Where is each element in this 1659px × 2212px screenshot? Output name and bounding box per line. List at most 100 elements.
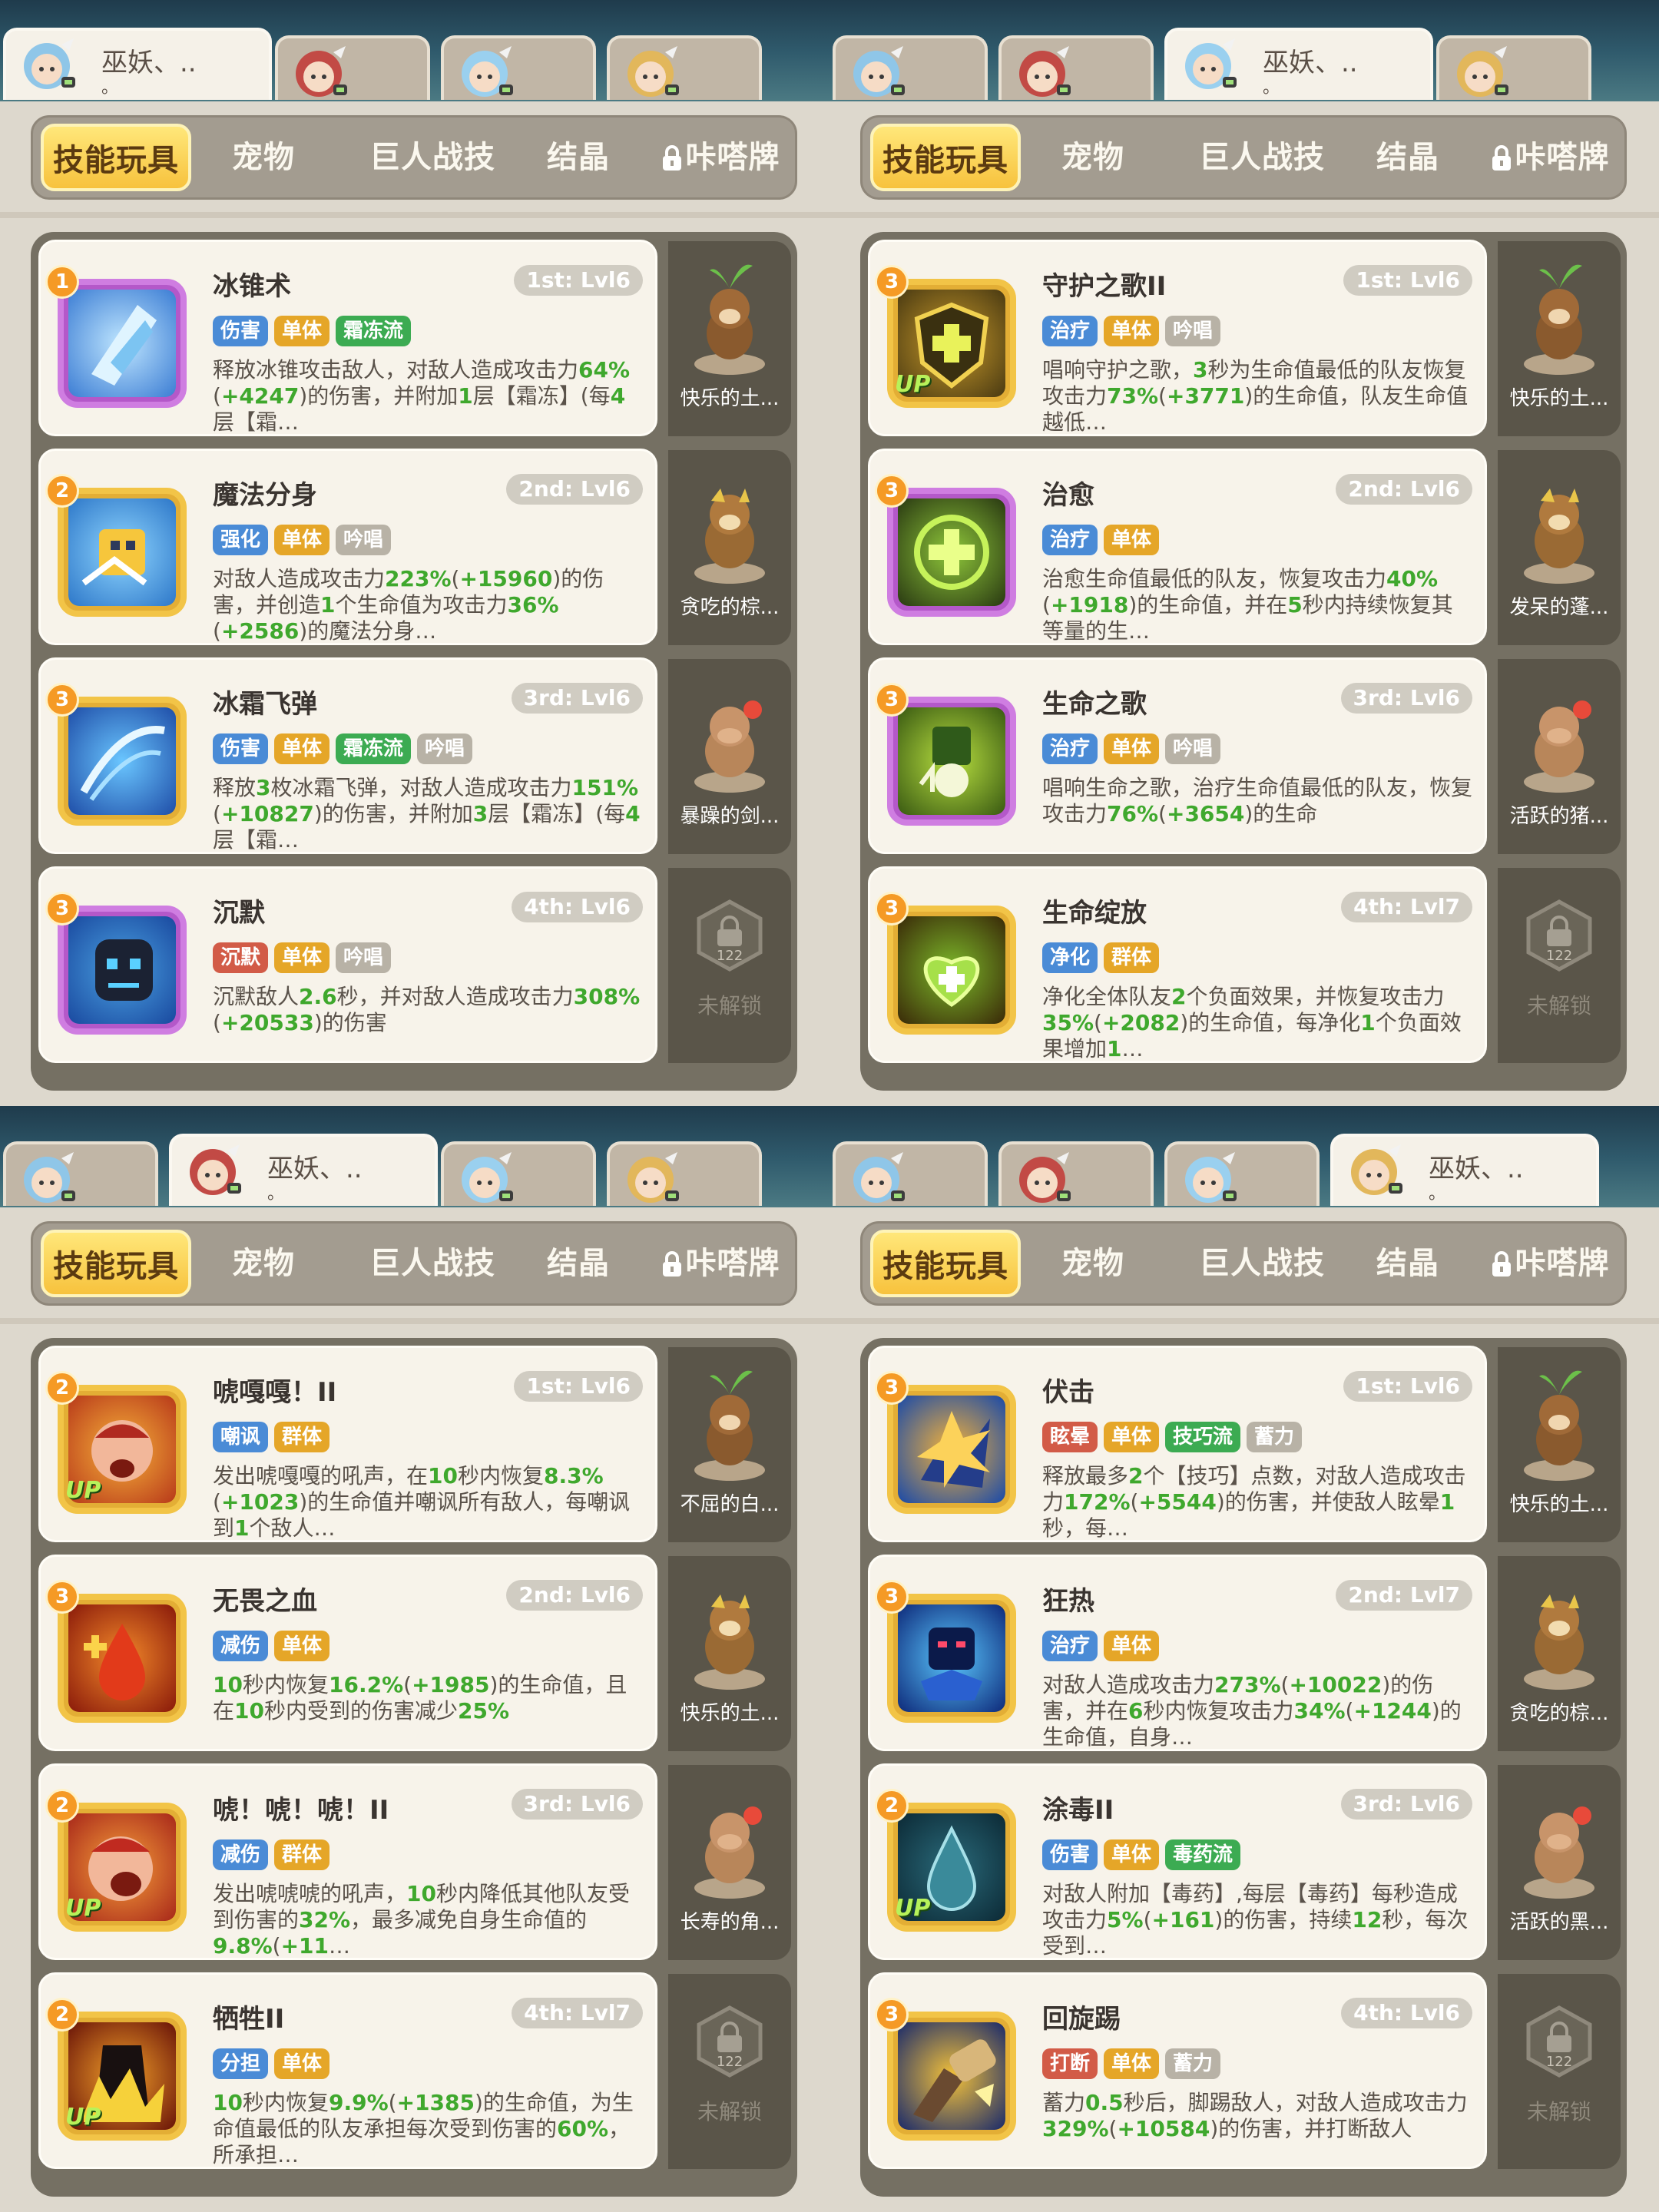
- skill-tag: 单体: [274, 942, 330, 973]
- skill-card[interactable]: 3 冰霜飞弹 3rd: Lvl6 伤害 单体 霜冻流 吟唱 释放3枚冰霜飞弹，对敌人造成攻击力…: [38, 657, 657, 854]
- tab-kata-cards[interactable]: 咔嗒牌: [647, 1224, 793, 1303]
- tab-skill-toys[interactable]: 技能玩具: [41, 124, 191, 191]
- character-tab[interactable]: [441, 1141, 596, 1206]
- tab-pets[interactable]: 宠物: [1039, 118, 1147, 197]
- locked-label: 未解锁: [697, 2099, 762, 2124]
- highlight-number: 4: [625, 801, 641, 826]
- tab-giant-skills[interactable]: 巨人战技: [356, 118, 509, 197]
- tab-pets[interactable]: 宠物: [210, 1224, 317, 1303]
- pet-slot[interactable]: 快乐的土...: [668, 241, 791, 436]
- pet-slot[interactable]: 暴躁的剑...: [668, 659, 791, 854]
- skill-level-badge: 2nd: Lvl6: [506, 1580, 643, 1611]
- skill-card[interactable]: 3 无畏之血 2nd: Lvl6 减伤 单体 10秒内恢复16.2%(+1985)的生命值…: [38, 1555, 657, 1751]
- pet-slot[interactable]: 长寿的角...: [668, 1765, 791, 1960]
- skill-description: 沉默敌人2.6秒，并对敌人造成攻击力308%(+20533)的伤害: [213, 984, 641, 1035]
- skill-description: 发出唬唬唬的吼声，10秒内降低其他队友受到伤害的32%，最多减免自身生命值的9.…: [213, 1881, 630, 1959]
- locked-pet-slot[interactable]: 122 未解锁: [668, 1974, 791, 2169]
- skill-card[interactable]: 3 沉默 4th: Lvl6 沉默 单体 吟唱 沉默敌人2.6秒，并对敌人造成攻击力308%…: [38, 866, 657, 1063]
- skill-card[interactable]: 3 回旋踢 4th: Lvl6 打断 单体 蓄力 蓄力0.5秒后，脚踢敌人，对敌人造成攻击力…: [868, 1972, 1487, 2169]
- skill-card[interactable]: 2 魔法分身 2nd: Lvl6 强化 单体 吟唱 对敌人造成攻击力223%(+15960)…: [38, 449, 657, 645]
- tab-label: 技能玩具: [882, 143, 1008, 178]
- character-tab[interactable]: 巫妖、..。: [1164, 28, 1433, 100]
- skill-tags: 减伤 群体: [213, 1839, 336, 1872]
- tab-crystals[interactable]: 结晶: [525, 118, 632, 197]
- skill-board: 技能玩具 宠物 巨人战技 结晶 咔嗒牌 3 伏击 1st: Lvl6 眩晕 单体 技巧流 蓄力 释放最多…: [830, 1207, 1659, 2212]
- character-tab[interactable]: [1436, 35, 1591, 100]
- pet-slot[interactable]: 贪吃的棕...: [668, 450, 791, 645]
- highlight-number: 60%: [557, 2116, 609, 2141]
- skill-name: 冰锥术: [213, 271, 291, 302]
- highlight-number: 2: [1171, 984, 1187, 1009]
- character-tab[interactable]: [998, 1141, 1154, 1206]
- character-tab[interactable]: [833, 1141, 988, 1206]
- character-tab[interactable]: [1164, 1141, 1320, 1206]
- character-tab[interactable]: [998, 35, 1154, 100]
- skill-tags: 减伤 单体: [213, 1631, 336, 1663]
- pet-slot[interactable]: 快乐的土...: [1498, 1347, 1621, 1542]
- character-tab[interactable]: 巫妖、..。: [169, 1134, 438, 1206]
- tab-giant-skills[interactable]: 巨人战技: [356, 1224, 509, 1303]
- locked-pet-slot[interactable]: 122 未解锁: [668, 868, 791, 1063]
- skill-card[interactable]: 3 生命绽放 4th: Lvl7 净化 群体 净化全体队友2个负面效果，并恢复攻击力35%…: [868, 866, 1487, 1063]
- character-tab[interactable]: [607, 35, 762, 100]
- highlight-number: 3: [256, 775, 271, 800]
- blue-hair-mage-icon: [843, 1149, 909, 1206]
- skill-tags: 强化 单体 吟唱: [213, 525, 397, 557]
- highlight-number: 10: [406, 1881, 436, 1906]
- skill-name: 沉默: [213, 898, 265, 929]
- skill-card[interactable]: 3 生命之歌 3rd: Lvl6 治疗 单体 吟唱 唱响生命之歌，治疗生命值最低的队友，恢复…: [868, 657, 1487, 854]
- character-tab[interactable]: [833, 35, 988, 100]
- locked-pet-slot[interactable]: 122 未解锁: [1498, 868, 1621, 1063]
- skill-card[interactable]: 3 治愈 2nd: Lvl6 治疗 单体 治愈生命值最低的队友，恢复攻击力40%(+191…: [868, 449, 1487, 645]
- skill-card[interactable]: 2 UP 牺牲II 4th: Lvl7 分担 单体 10秒内恢复9.9%(+1385)的生命…: [38, 1972, 657, 2169]
- character-tab[interactable]: 巫妖、..。: [3, 28, 272, 100]
- tab-pets[interactable]: 宠物: [1039, 1224, 1147, 1303]
- tab-kata-cards[interactable]: 咔嗒牌: [1477, 118, 1623, 197]
- tab-label: 咔嗒牌: [685, 140, 780, 175]
- tab-crystals[interactable]: 结晶: [1354, 1224, 1462, 1303]
- tab-label: 咔嗒牌: [1515, 1246, 1610, 1281]
- tab-crystals[interactable]: 结晶: [525, 1224, 632, 1303]
- highlight-number: 5%: [1107, 1907, 1144, 1932]
- skill-tag: 单体: [1104, 733, 1160, 764]
- pet-icon: [687, 458, 773, 588]
- tab-skill-toys[interactable]: 技能玩具: [870, 1230, 1021, 1297]
- tab-pets[interactable]: 宠物: [210, 118, 317, 197]
- character-tab[interactable]: [607, 1141, 762, 1206]
- tab-crystals[interactable]: 结晶: [1354, 118, 1462, 197]
- pet-slot[interactable]: 不屈的白...: [668, 1347, 791, 1542]
- locked-pet-slot[interactable]: 122 未解锁: [1498, 1974, 1621, 2169]
- character-tab[interactable]: 巫妖、..。: [1330, 1134, 1599, 1206]
- skill-card[interactable]: 2 UP 涂毒II 3rd: Lvl6 伤害 单体 毒药流 对敌人附加【毒药】,每层【毒药】每…: [868, 1763, 1487, 1960]
- pet-slot[interactable]: 发呆的蓬...: [1498, 450, 1621, 645]
- skill-card[interactable]: 3 伏击 1st: Lvl6 眩晕 单体 技巧流 蓄力 释放最多2个【技巧】点数，对敌人造成攻…: [868, 1346, 1487, 1542]
- highlight-number: +3654: [1166, 801, 1245, 826]
- divider: [830, 212, 1659, 218]
- ambush-icon: [898, 1396, 1005, 1503]
- tab-skill-toys[interactable]: 技能玩具: [41, 1230, 191, 1297]
- skill-card[interactable]: 3 狂热 2nd: Lvl7 治疗 单体 对敌人造成攻击力273%(+10022)的伤害，…: [868, 1555, 1487, 1751]
- tab-giant-skills[interactable]: 巨人战技: [1185, 1224, 1339, 1303]
- pet-slot[interactable]: 活跃的猪...: [1498, 659, 1621, 854]
- skill-card[interactable]: 1 冰锥术 1st: Lvl6 伤害 单体 霜冻流 释放冰锥攻击敌人，对敌人造成攻击力64%…: [38, 240, 657, 436]
- skill-tag: 伤害: [1042, 1839, 1098, 1870]
- highlight-number: 35%: [1042, 1010, 1094, 1035]
- character-tab[interactable]: [275, 35, 430, 100]
- tab-giant-skills[interactable]: 巨人战技: [1185, 118, 1339, 197]
- pet-slot[interactable]: 快乐的土...: [1498, 241, 1621, 436]
- skill-name: 伏击: [1042, 1377, 1094, 1408]
- skill-card[interactable]: 2 UP 唬嘎嘎！II 1st: Lvl6 嘲讽 群体 发出唬嘎嘎的吼声，在10秒内恢复8.…: [38, 1346, 657, 1542]
- pet-slot[interactable]: 贪吃的棕...: [1498, 1556, 1621, 1751]
- highlight-number: 1: [458, 383, 473, 409]
- pet-slot[interactable]: 活跃的黑...: [1498, 1765, 1621, 1960]
- pet-name: 快乐的土...: [1509, 387, 1609, 410]
- tab-kata-cards[interactable]: 咔嗒牌: [1477, 1224, 1623, 1303]
- character-tab[interactable]: [441, 35, 596, 100]
- character-tab[interactable]: [3, 1141, 158, 1206]
- tab-skill-toys[interactable]: 技能玩具: [870, 124, 1021, 191]
- skill-card[interactable]: 2 UP 唬！唬！唬！II 3rd: Lvl6 减伤 群体 发出唬唬唬的吼声，10秒内降低其…: [38, 1763, 657, 1960]
- pet-slot[interactable]: 快乐的土...: [668, 1556, 791, 1751]
- tab-kata-cards[interactable]: 咔嗒牌: [647, 118, 793, 197]
- skill-card[interactable]: 3 UP 守护之歌II 1st: Lvl6 治疗 单体 吟唱 唱响守护之歌，3秒为生命值最低的…: [868, 240, 1487, 436]
- skills-panel: 3 伏击 1st: Lvl6 眩晕 单体 技巧流 蓄力 释放最多2个【技巧】点数，对敌人造成攻…: [860, 1338, 1627, 2197]
